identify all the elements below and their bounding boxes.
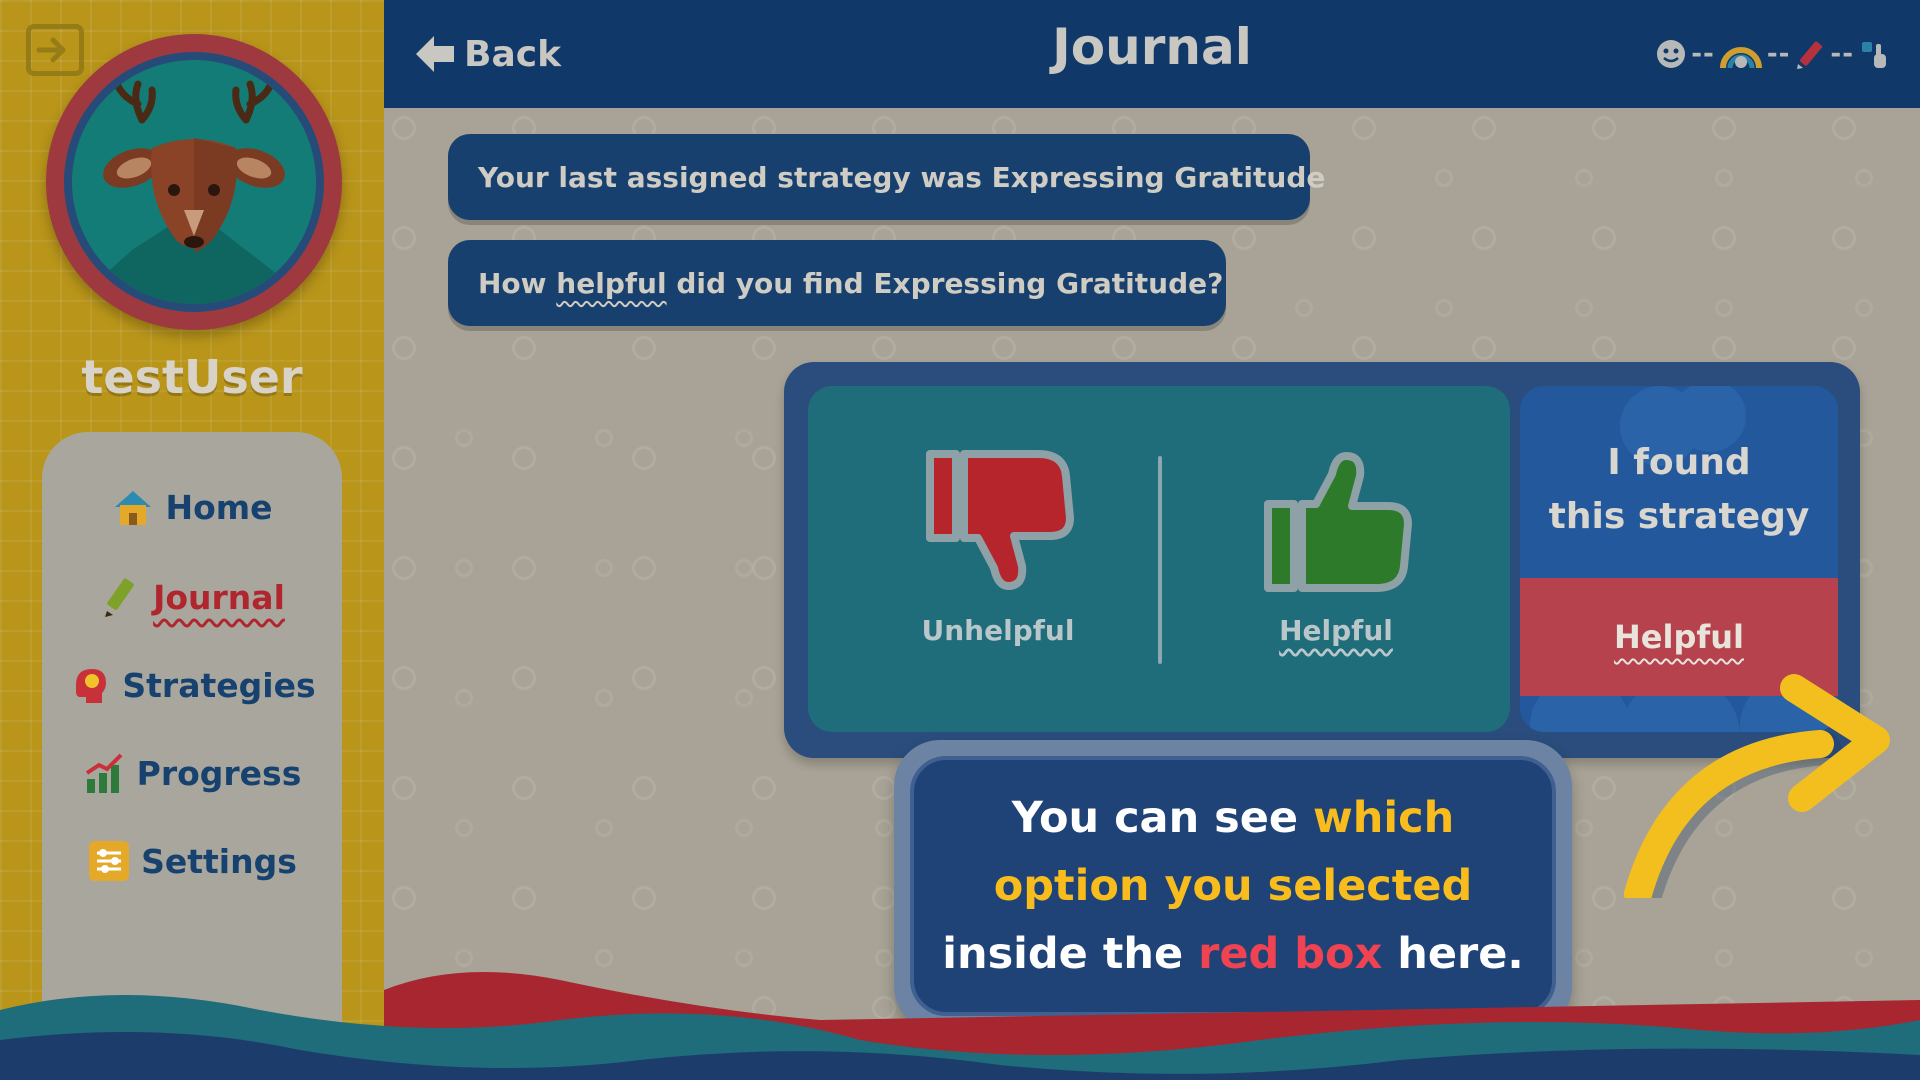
result-title: I found this strategy xyxy=(1520,436,1838,544)
tooltip-line-2: option you selected xyxy=(993,861,1473,911)
tooltip-line-1: You can see which xyxy=(1012,784,1454,852)
option-divider xyxy=(1158,456,1162,664)
nav-label-strategies: Strategies xyxy=(122,665,316,705)
result-title-line2: this strategy xyxy=(1548,496,1810,537)
nav-label-settings: Settings xyxy=(141,841,297,881)
message-question: How helpful did you find Expressing Grat… xyxy=(448,240,1226,326)
nav-label-progress: Progress xyxy=(136,753,302,793)
message-text: How helpful did you find Expressing Grat… xyxy=(478,267,1223,300)
nav-item-progress[interactable]: Progress xyxy=(42,738,342,808)
logout-icon xyxy=(36,37,66,63)
helpful-button[interactable]: Helpful xyxy=(1226,446,1446,686)
question-prefix: How xyxy=(478,266,557,300)
avatar[interactable] xyxy=(46,34,342,330)
rating-options: Unhelpful Helpful xyxy=(808,386,1510,732)
sliders-icon xyxy=(89,841,130,881)
nav-item-strategies[interactable]: Strategies xyxy=(42,650,342,720)
message-last-strategy: Your last assigned strategy was Expressi… xyxy=(448,134,1325,220)
pointer-arrow-icon xyxy=(1624,674,1890,898)
deer-icon xyxy=(72,80,316,304)
nav-item-journal[interactable]: Journal xyxy=(42,562,342,632)
nav-label-journal: Journal xyxy=(153,577,285,617)
thumbs-up-icon xyxy=(1264,452,1412,592)
message-text: Your last assigned strategy was Expressi… xyxy=(478,160,1326,194)
head-bulb-icon xyxy=(76,669,107,703)
smiley-icon xyxy=(1657,40,1686,68)
house-icon xyxy=(115,491,152,525)
pencil-icon xyxy=(1797,41,1823,69)
nav-item-home[interactable]: Home xyxy=(42,472,342,542)
tooltip-text: You can see xyxy=(1011,793,1314,843)
question-suffix: did you find Expressing Gratitude? xyxy=(666,266,1224,300)
hand-icon xyxy=(1862,42,1886,68)
rainbow-icon xyxy=(1719,47,1762,69)
result-title-line1: I found xyxy=(1607,442,1751,483)
tooltip-highlight: which xyxy=(1313,793,1455,843)
unhelpful-label: Unhelpful xyxy=(921,614,1075,647)
question-highlight: helpful xyxy=(556,266,667,300)
step-connector: -- xyxy=(1830,39,1854,69)
progress-steps: -- -- -- xyxy=(1655,34,1890,74)
step-connector: -- xyxy=(1766,39,1791,69)
sidebar: testUser Home Journal Strategies Progres… xyxy=(0,0,384,1080)
thumbs-down-icon xyxy=(926,450,1074,590)
helpful-label: Helpful xyxy=(1279,614,1393,647)
selected-result-value: Helpful xyxy=(1613,618,1745,656)
pencil-icon xyxy=(105,578,134,617)
nav-item-settings[interactable]: Settings xyxy=(42,826,342,896)
main-content: Your last assigned strategy was Expressi… xyxy=(384,108,1920,1080)
username: testUser xyxy=(81,350,303,404)
step-connector: -- xyxy=(1691,39,1715,69)
logout-button[interactable] xyxy=(26,24,84,76)
bar-chart-icon xyxy=(85,753,123,793)
header-bar: Back Journal -- -- -- xyxy=(384,0,1920,108)
unhelpful-button[interactable]: Unhelpful xyxy=(888,446,1108,686)
nav-label-home: Home xyxy=(165,487,273,527)
wave-decoration xyxy=(0,972,1920,1080)
